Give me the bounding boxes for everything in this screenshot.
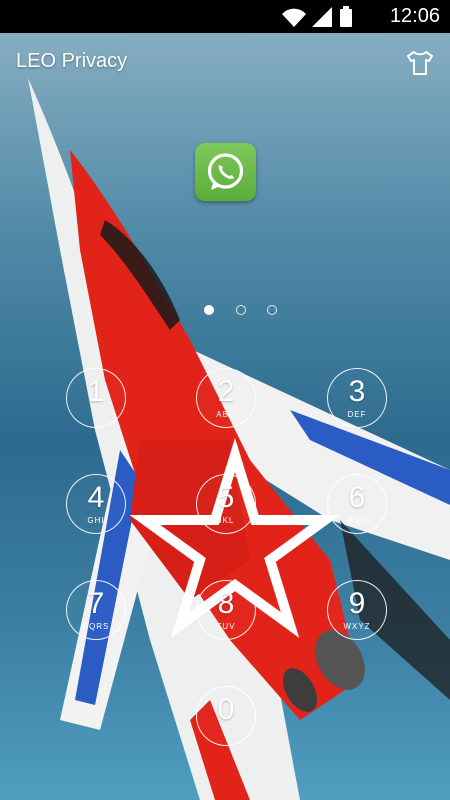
key-number: 6: [348, 481, 366, 514]
key-number: 0: [217, 693, 235, 726]
keypad-key-2[interactable]: 2 ABC: [196, 368, 256, 428]
keypad-key-4[interactable]: 4 GHI: [66, 474, 126, 534]
key-letters: GHI: [87, 516, 105, 525]
key-letters: TUV: [216, 622, 236, 631]
keypad-key-5[interactable]: 5 JKL: [196, 474, 256, 534]
keypad-key-6[interactable]: 6 MNO: [327, 474, 387, 534]
keypad-key-9[interactable]: 9 WXYZ: [327, 580, 387, 640]
key-number: 4: [87, 481, 105, 514]
keypad-key-0[interactable]: 0: [196, 686, 256, 746]
locked-app-icon: [195, 143, 256, 201]
status-bar: 12:06: [0, 0, 450, 33]
app-title: LEO Privacy: [16, 50, 128, 72]
key-number: 1: [87, 375, 105, 408]
key-number: 2: [217, 375, 235, 408]
key-number: 3: [348, 375, 366, 408]
key-number: 9: [348, 587, 366, 620]
wifi-icon: [282, 8, 306, 28]
keypad-key-8[interactable]: 8 TUV: [196, 580, 256, 640]
status-time: 12:06: [389, 5, 440, 27]
key-letters: PQRS: [82, 622, 110, 631]
tshirt-icon: [407, 51, 433, 75]
whatsapp-icon: [207, 153, 244, 190]
key-letters: MNO: [346, 516, 368, 525]
signal-icon: [312, 7, 332, 27]
key-letters: JKL: [217, 516, 235, 525]
battery-icon: [340, 6, 352, 27]
key-letters: WXYZ: [343, 622, 371, 631]
key-number: 7: [87, 587, 105, 620]
key-letters: ABC: [216, 410, 236, 419]
key-number: 5: [217, 481, 235, 514]
status-icons: [282, 6, 352, 28]
page-dot: [236, 305, 246, 315]
theme-button[interactable]: [405, 49, 435, 77]
key-number: 8: [217, 587, 235, 620]
keypad-key-1[interactable]: 1: [66, 368, 126, 428]
keypad-key-7[interactable]: 7 PQRS: [66, 580, 126, 640]
page-indicator: [200, 303, 290, 317]
keypad-key-3[interactable]: 3 DEF: [327, 368, 387, 428]
page-dot-active: [204, 305, 214, 315]
page-dot: [267, 305, 277, 315]
key-letters: DEF: [347, 410, 367, 419]
